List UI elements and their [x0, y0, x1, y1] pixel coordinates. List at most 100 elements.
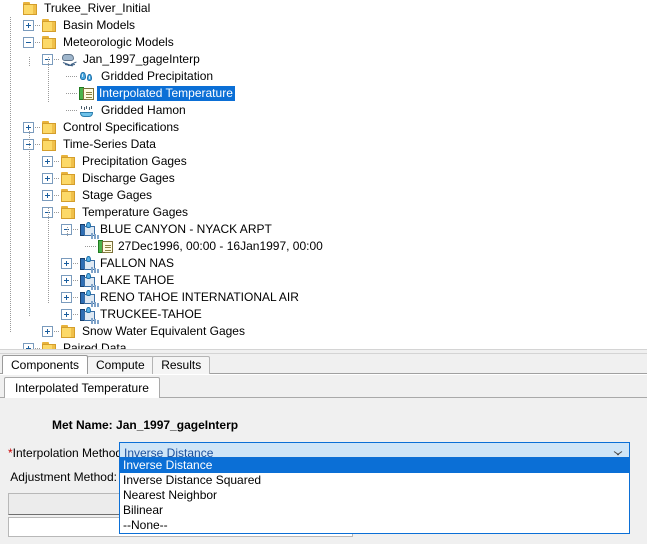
tree-node[interactable]: Temperature Gages: [0, 204, 647, 221]
tree-node[interactable]: Basin Models: [0, 17, 647, 34]
dropdown-option[interactable]: --None--: [120, 518, 629, 533]
met-name-label: Met Name: Jan_1997_gageInterp: [52, 418, 238, 432]
precipitation-icon: [79, 70, 96, 84]
tree-indent: [0, 136, 23, 153]
hamon-icon: [79, 104, 96, 118]
dropdown-option[interactable]: Inverse Distance: [120, 458, 629, 473]
tree-connector: [54, 212, 59, 213]
tree-connector: [35, 144, 40, 145]
tree-node[interactable]: BLUE CANYON - NYACK ARPT: [0, 221, 647, 238]
dropdown-option[interactable]: Inverse Distance Squared: [120, 473, 629, 488]
tree-indent: [0, 238, 80, 255]
tree-node-label: Precipitation Gages: [80, 154, 189, 169]
tree-node-label: Snow Water Equivalent Gages: [80, 324, 247, 339]
tree-node[interactable]: Gridded Precipitation: [0, 68, 647, 85]
expand-icon[interactable]: [42, 156, 53, 167]
tree-connector: [73, 280, 78, 281]
tree-node[interactable]: Stage Gages: [0, 187, 647, 204]
interpolation-method-dropdown-list[interactable]: Inverse DistanceInverse Distance Squared…: [119, 457, 630, 534]
project-tree[interactable]: Trukee_River_Initial Basin Models Meteorol…: [0, 0, 647, 349]
tree-node[interactable]: Meteorologic Models: [0, 34, 647, 51]
tree-node-label: Trukee_River_Initial: [42, 1, 152, 16]
met-model-icon: [61, 53, 78, 67]
adjustment-method-label: Adjustment Method:: [8, 466, 117, 488]
expand-icon[interactable]: [61, 309, 72, 320]
tree-indent: [0, 34, 23, 51]
tab-results[interactable]: Results: [152, 356, 210, 374]
main-tab-bar[interactable]: ComponentsComputeResults: [0, 354, 647, 374]
tree-connector: [54, 331, 59, 332]
tree-node[interactable]: FALLON NAS: [0, 255, 647, 272]
tree-guide-line: [48, 208, 49, 303]
tree-node[interactable]: Interpolated Temperature: [0, 85, 647, 102]
tree-node[interactable]: Jan_1997_gageInterp: [0, 51, 647, 68]
tree-node[interactable]: RENO TAHOE INTERNATIONAL AIR: [0, 289, 647, 306]
tree-node[interactable]: Discharge Gages: [0, 170, 647, 187]
tree-node-label: Meteorologic Models: [61, 35, 176, 50]
tree-node-label: Interpolated Temperature: [97, 86, 235, 101]
editor-tab-bar[interactable]: Interpolated Temperature: [0, 375, 647, 398]
tree-node-label: Paired Data: [61, 341, 128, 349]
tree-node-label: Temperature Gages: [80, 205, 190, 220]
expand-icon[interactable]: [42, 190, 53, 201]
tree-node[interactable]: Precipitation Gages: [0, 153, 647, 170]
tab-compute[interactable]: Compute: [87, 356, 154, 374]
folder-icon: [42, 19, 58, 32]
tree-connector: [35, 42, 40, 43]
interpolation-method-label-text: Interpolation Method:: [13, 446, 126, 460]
collapse-icon[interactable]: [23, 37, 34, 48]
tree-indent: [0, 323, 42, 340]
tree-node[interactable]: Time-Series Data: [0, 136, 647, 153]
expand-icon[interactable]: [23, 20, 34, 31]
tree-node-label: 27Dec1996, 00:00 - 16Jan1997, 00:00: [116, 239, 325, 254]
expand-icon[interactable]: [61, 275, 72, 286]
tree-node[interactable]: Snow Water Equivalent Gages: [0, 323, 647, 340]
tree-connector: [54, 195, 59, 196]
tree-connector: [54, 161, 59, 162]
tree-connector: [66, 93, 77, 94]
gage-icon: [80, 257, 95, 271]
folder-icon: [42, 342, 58, 349]
dropdown-option[interactable]: Bilinear: [120, 503, 629, 518]
tree-node[interactable]: 27Dec1996, 00:00 - 16Jan1997, 00:00: [0, 238, 647, 255]
tree-indent: [0, 204, 42, 221]
tree-node-label: Time-Series Data: [61, 137, 158, 152]
tree-node-label: Discharge Gages: [80, 171, 177, 186]
application-window: Trukee_River_Initial Basin Models Meteorol…: [0, 0, 647, 544]
tree-node-label: TRUCKEE-TAHOE: [98, 307, 204, 322]
tab-components[interactable]: Components: [2, 355, 88, 374]
tree-node[interactable]: TRUCKEE-TAHOE: [0, 306, 647, 323]
tree-connector: [85, 246, 96, 247]
tree-connector: [66, 110, 77, 111]
tree-guide-line: [67, 227, 68, 237]
chevron-down-icon[interactable]: [614, 451, 622, 456]
folder-icon: [42, 36, 58, 49]
folder-icon: [61, 325, 77, 338]
gage-icon: [80, 274, 95, 288]
tree-connector: [16, 8, 21, 9]
expand-icon[interactable]: [42, 326, 53, 337]
gage-icon: [80, 308, 95, 322]
folder-icon: [42, 138, 58, 151]
gage-icon: [80, 223, 95, 237]
tree-indent: [0, 187, 42, 204]
tree-node-label: LAKE TAHOE: [98, 273, 176, 288]
tree-connector: [73, 297, 78, 298]
tree-indent: [0, 153, 42, 170]
expand-icon[interactable]: [42, 173, 53, 184]
tree-node-label: Basin Models: [61, 18, 137, 33]
tree-connector: [35, 25, 40, 26]
interpolation-method-label: *Interpolation Method:: [8, 442, 117, 464]
folder-icon: [61, 206, 77, 219]
tree-node[interactable]: Control Specifications: [0, 119, 647, 136]
folder-icon: [23, 2, 39, 15]
tree-node[interactable]: Paired Data: [0, 340, 647, 349]
tab-interpolated-temperature[interactable]: Interpolated Temperature: [4, 377, 160, 398]
expand-icon[interactable]: [61, 258, 72, 269]
tree-node[interactable]: Trukee_River_Initial: [0, 0, 647, 17]
tree-node[interactable]: LAKE TAHOE: [0, 272, 647, 289]
expand-icon[interactable]: [61, 292, 72, 303]
tree-guide-line: [10, 17, 11, 332]
dropdown-option[interactable]: Nearest Neighbor: [120, 488, 629, 503]
tree-node[interactable]: Gridded Hamon: [0, 102, 647, 119]
